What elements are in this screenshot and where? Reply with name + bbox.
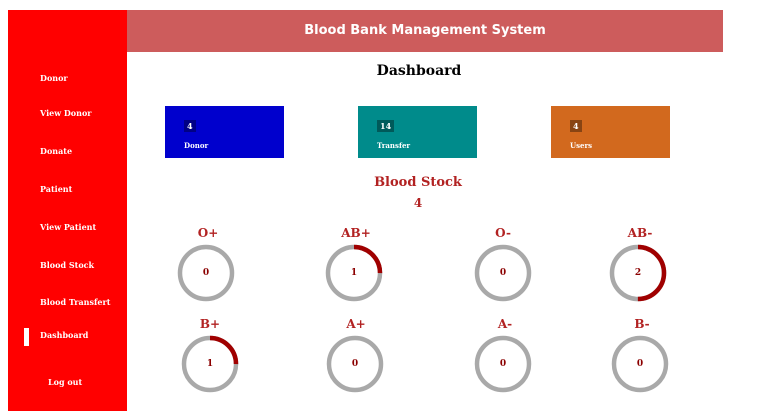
blood-type-label: A- <box>497 317 513 331</box>
logout-label: Log out <box>48 377 83 387</box>
active-indicator <box>24 328 29 346</box>
sidebar: Donor View Donor Donate Patient View Pat… <box>8 10 127 411</box>
stock-gauge: 2 <box>608 243 668 303</box>
sidebar-item-blood-stock[interactable]: Blood Stock <box>8 254 127 280</box>
sidebar-item-donor[interactable]: Donor <box>8 67 127 93</box>
sidebar-item-label: View Donor <box>40 108 92 118</box>
transfer-card[interactable]: 14 Transfer <box>358 106 477 158</box>
sidebar-item-label: Donate <box>40 146 73 156</box>
stock-gauge: 0 <box>610 334 670 394</box>
blood-type-label: B+ <box>199 317 221 331</box>
users-card-label: Users <box>570 141 593 150</box>
logout-link[interactable]: Log out <box>8 371 127 397</box>
users-card[interactable]: 4 Users <box>551 106 670 158</box>
stock-gauge: 0 <box>325 334 385 394</box>
sidebar-item-label: View Patient <box>40 222 97 232</box>
sidebar-item-label: Blood Stock <box>40 260 95 270</box>
header-bar: Blood Bank Management System <box>127 10 723 52</box>
stock-gauge: 0 <box>473 243 533 303</box>
stock-gauge: 0 <box>473 334 533 394</box>
stock-gauge-value: 0 <box>351 359 359 369</box>
blood-type-label: AB- <box>627 226 653 240</box>
blood-type-label: A+ <box>346 317 366 331</box>
sidebar-item-donate[interactable]: Donate <box>8 140 127 166</box>
stock-gauge-value: 2 <box>634 268 642 278</box>
sidebar-item-label: Donor <box>40 73 68 83</box>
page-title: Dashboard <box>376 63 462 79</box>
stock-gauge: 1 <box>180 334 240 394</box>
sidebar-item-blood-transfert[interactable]: Blood Transfert <box>8 291 127 317</box>
sidebar-item-label: Dashboard <box>40 330 89 340</box>
stock-gauge-value: 0 <box>499 359 507 369</box>
sidebar-item-label: Blood Transfert <box>40 297 111 307</box>
sidebar-item-label: Patient <box>40 184 73 194</box>
stock-gauge: 0 <box>176 243 236 303</box>
blood-stock-title: Blood Stock <box>374 175 462 190</box>
stock-gauge-value: 1 <box>206 359 214 369</box>
blood-type-label: B- <box>634 317 650 331</box>
blood-type-label: AB+ <box>341 226 371 240</box>
donor-card-label: Donor <box>184 141 209 150</box>
stock-gauge-value: 0 <box>202 268 210 278</box>
sidebar-item-view-donor[interactable]: View Donor <box>8 102 127 128</box>
stock-gauge-value: 0 <box>636 359 644 369</box>
transfer-count-badge: 14 <box>377 120 395 132</box>
users-count-badge: 4 <box>570 120 582 132</box>
sidebar-item-dashboard[interactable]: Dashboard <box>8 324 127 350</box>
blood-stock-total: 4 <box>413 196 423 210</box>
transfer-card-label: Transfer <box>377 141 411 150</box>
app-title: Blood Bank Management System <box>304 23 546 38</box>
donor-card[interactable]: 4 Donor <box>165 106 284 158</box>
sidebar-item-patient[interactable]: Patient <box>8 178 127 204</box>
stock-gauge: 1 <box>324 243 384 303</box>
sidebar-item-view-patient[interactable]: View Patient <box>8 216 127 242</box>
stock-gauge-value: 0 <box>499 268 507 278</box>
donor-count-badge: 4 <box>184 120 196 132</box>
stock-gauge-value: 1 <box>350 268 358 278</box>
blood-type-label: O- <box>495 226 511 240</box>
blood-type-label: O+ <box>197 226 219 240</box>
